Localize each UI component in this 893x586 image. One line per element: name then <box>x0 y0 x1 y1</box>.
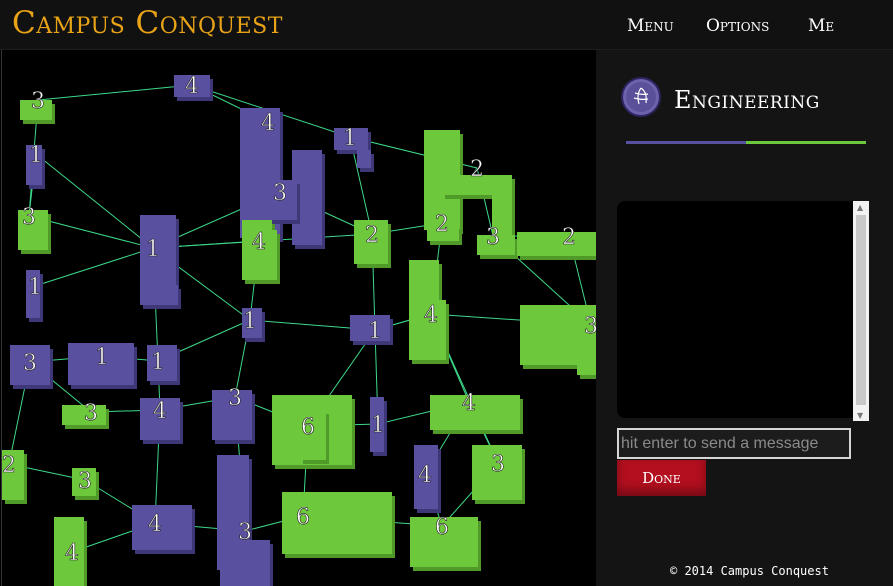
army-count-t21: 1 <box>95 345 109 370</box>
army-count-t25: 3 <box>228 386 242 411</box>
options-link[interactable]: Options <box>706 16 769 36</box>
territory-t14[interactable] <box>517 232 597 260</box>
army-count-t2: 4 <box>185 74 199 99</box>
army-count-t36: 6 <box>435 515 449 540</box>
army-count-t18: 4 <box>424 303 438 328</box>
done-button[interactable]: Done <box>617 460 706 496</box>
army-count-t20: 3 <box>23 351 37 376</box>
army-count-t14: 2 <box>562 225 576 250</box>
army-count-t13: 3 <box>486 225 500 250</box>
army-count-t4: 1 <box>343 126 357 151</box>
territory-t33[interactable] <box>132 505 195 554</box>
army-count-t11: 2 <box>365 223 379 248</box>
army-count-t35: 3 <box>238 520 252 545</box>
scroll-down-icon[interactable]: ▼ <box>857 411 863 420</box>
territory-t9[interactable] <box>140 215 181 309</box>
army-count-t8: 3 <box>22 205 36 230</box>
army-count-t12: 2 <box>435 212 449 237</box>
army-count-t31: 4 <box>418 463 432 488</box>
faction-name: Engineering <box>674 86 820 114</box>
menu-link[interactable]: Menu <box>627 16 674 36</box>
army-count-t32: 3 <box>78 469 92 494</box>
army-count-t29: 2 <box>2 453 16 478</box>
link-t9-t17 <box>34 247 154 287</box>
army-count-t15: 1 <box>243 309 257 334</box>
purple-strength-bar <box>626 141 746 144</box>
army-count-t5: 1 <box>29 143 43 168</box>
chat-scrollbar[interactable]: ▲ ▼ <box>853 201 869 421</box>
army-count-t6: 2 <box>470 157 484 182</box>
army-count-t26: 6 <box>301 415 315 440</box>
link-t1-t2 <box>37 84 193 101</box>
scroll-up-icon[interactable]: ▲ <box>857 203 863 212</box>
army-count-t16: 1 <box>368 319 382 344</box>
army-count-t37: 4 <box>65 541 79 566</box>
army-count-t10: 4 <box>252 230 266 255</box>
army-count-t17: 1 <box>28 275 42 300</box>
chat-log <box>617 201 869 418</box>
game-title: Campus Conquest <box>12 5 283 41</box>
campus-map[interactable]: 3441123314223211143311343614234346364 <box>1 50 597 586</box>
green-strength-bar <box>746 141 866 144</box>
army-count-t9: 1 <box>146 237 160 262</box>
army-count-t22: 1 <box>151 350 165 375</box>
army-count-t1: 3 <box>31 89 45 114</box>
army-count-t28: 4 <box>462 391 476 416</box>
army-count-t7: 3 <box>273 181 287 206</box>
territory-t28[interactable] <box>430 395 523 434</box>
army-count-t27: 1 <box>371 413 385 438</box>
engineering-emblem-icon <box>621 77 661 117</box>
scroll-thumb[interactable] <box>856 215 866 405</box>
army-count-t23: 3 <box>84 401 98 426</box>
chat-input[interactable] <box>617 428 851 459</box>
army-count-t24: 4 <box>153 399 167 424</box>
me-link[interactable]: Me <box>808 16 834 36</box>
army-count-t3: 4 <box>261 111 275 136</box>
top-bar: Campus Conquest Menu Options Me <box>0 0 893 50</box>
army-count-t30: 3 <box>491 452 505 477</box>
link-t5-t9 <box>35 153 154 249</box>
side-panel: Engineering ▲ ▼ Done © 2014 Campus Conqu… <box>596 50 893 586</box>
army-count-t33: 4 <box>148 512 162 537</box>
map-canvas[interactable]: 344112331 4 2 23 21 114 33 1 13 436 142 3434 63 64 <box>2 50 597 586</box>
copyright: © 2014 Campus Conquest <box>670 564 829 578</box>
army-count-t34: 6 <box>296 505 310 530</box>
